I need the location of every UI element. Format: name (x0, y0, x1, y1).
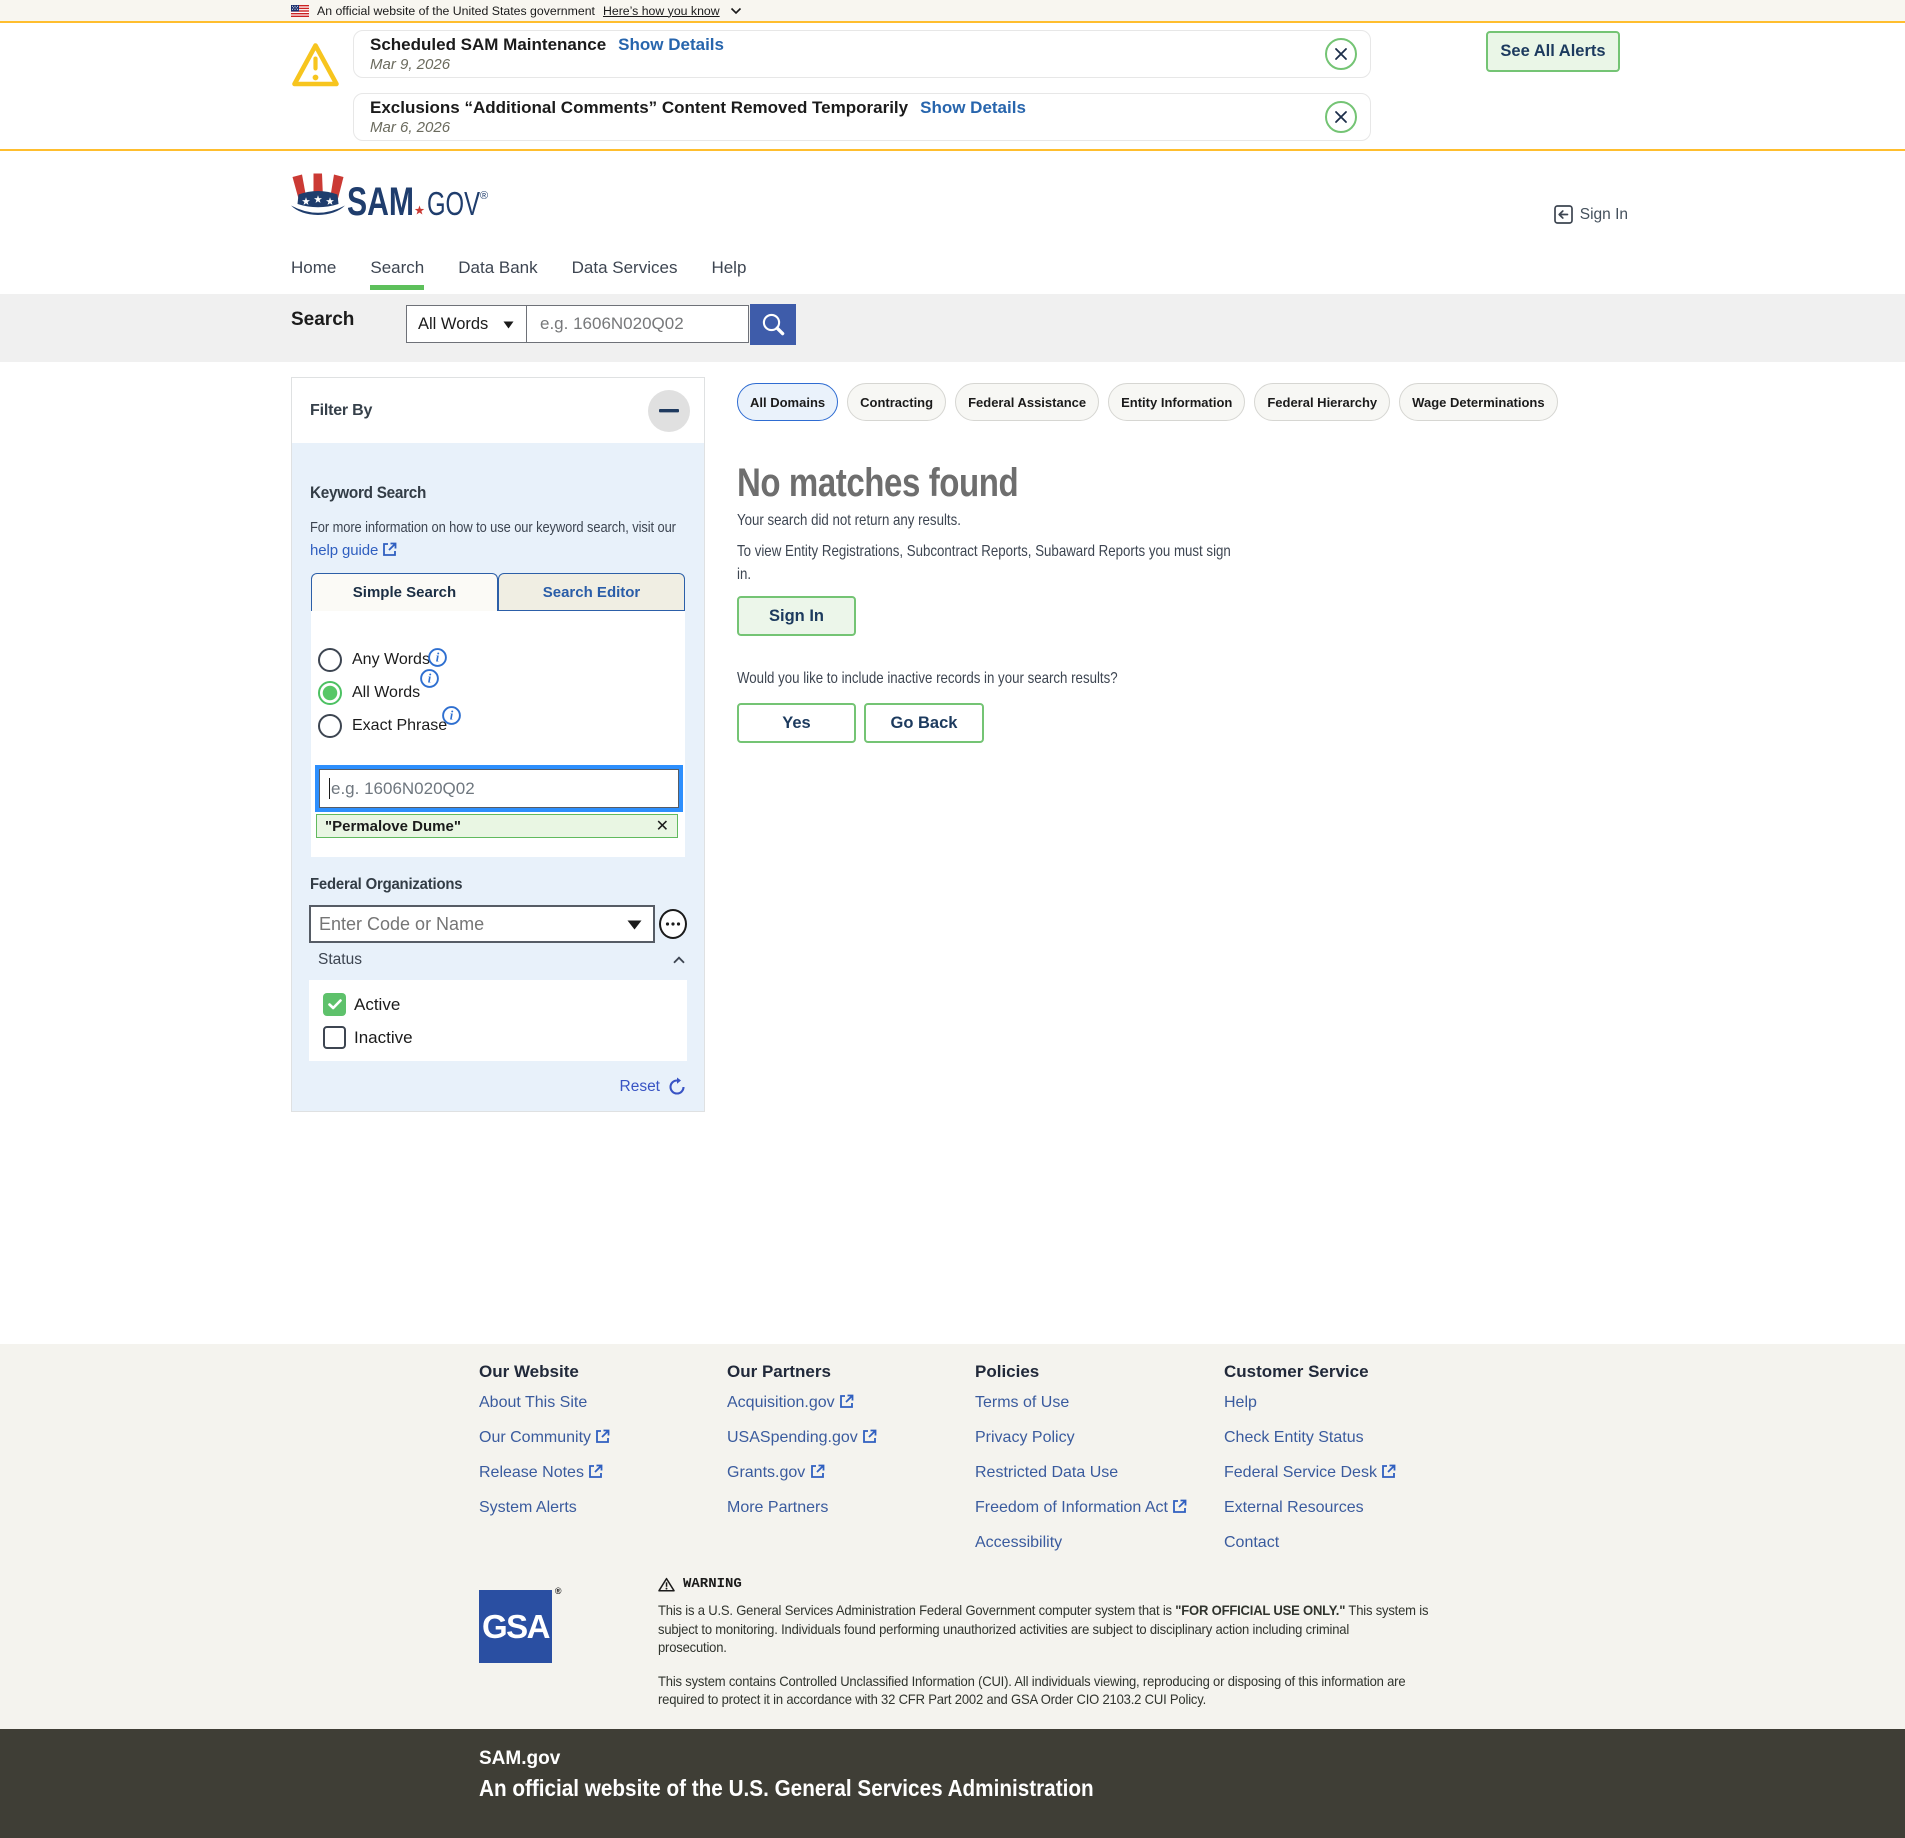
svg-text:SAM: SAM (347, 180, 414, 219)
svg-text:i: i (436, 651, 440, 665)
svg-text:GOV: GOV (427, 185, 480, 219)
svg-text:i: i (428, 672, 432, 686)
svg-text:®: ® (480, 190, 488, 202)
svg-text:i: i (450, 709, 454, 723)
